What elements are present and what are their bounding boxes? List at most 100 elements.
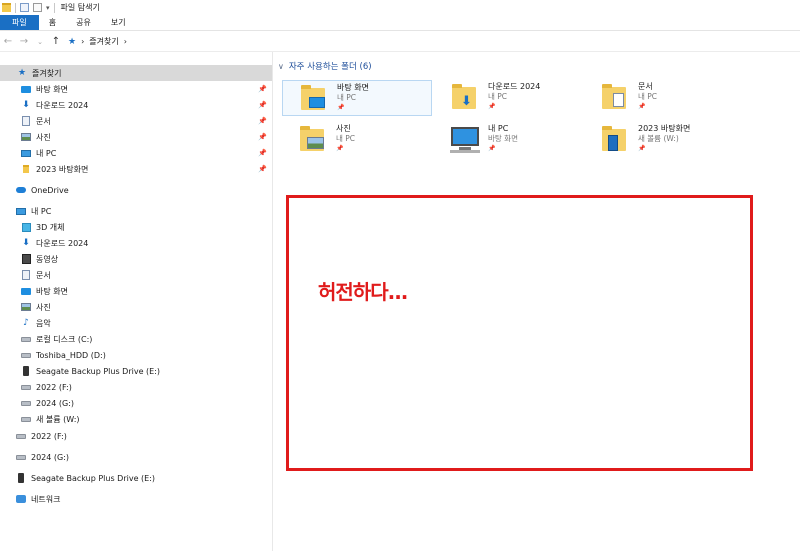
sidebar-item-drive-g[interactable]: 2024 (G:)	[0, 395, 272, 411]
folder-name: 문서	[638, 82, 653, 91]
tab-file[interactable]: 파일	[0, 15, 39, 30]
documents-folder-icon	[600, 82, 630, 112]
sidebar-item-videos[interactable]: 동영상	[0, 251, 272, 267]
folder-name: 2023 바탕화면	[638, 124, 691, 133]
sidebar-item-label: OneDrive	[31, 185, 69, 195]
pin-icon[interactable]: 📌	[258, 101, 267, 109]
sidebar-item-toshiba-d[interactable]: Toshiba_HDD (D:)	[0, 347, 272, 363]
folder-tile-2023-desktop[interactable]: 2023 바탕화면 새 볼륨 (W:) 📌	[584, 122, 734, 158]
sidebar-item-seagate-e[interactable]: Seagate Backup Plus Drive (E:)	[0, 363, 272, 379]
folder-location: 바탕 화면	[488, 134, 518, 143]
back-button[interactable]: ←	[0, 36, 16, 47]
sidebar-item-label: Seagate Backup Plus Drive (E:)	[36, 366, 161, 376]
quick-access-icon: ★	[17, 67, 27, 78]
drive-icon	[16, 431, 26, 441]
properties-icon[interactable]	[20, 3, 29, 12]
sidebar-item-2023-desktop[interactable]: 2023 바탕화면 📌	[0, 161, 272, 177]
documents-icon	[21, 116, 31, 126]
pc-icon	[21, 148, 31, 158]
folder-tile-this-pc[interactable]: 내 PC 바탕 화면 📌	[434, 122, 584, 158]
sidebar-item-downloads-pc[interactable]: ⬇ 다운로드 2024	[0, 235, 272, 251]
pin-icon[interactable]: 📌	[258, 117, 267, 125]
sidebar-item-label: 바탕 화면	[36, 84, 68, 94]
sidebar-item-label: 다운로드 2024	[36, 100, 89, 110]
3d-objects-icon	[21, 222, 31, 232]
desktop-icon	[21, 286, 31, 296]
sidebar-item-3d-objects[interactable]: 3D 개체	[0, 219, 272, 235]
sidebar-item-downloads[interactable]: ⬇ 다운로드 2024 📌	[0, 97, 272, 113]
sidebar-item-label: 문서	[36, 270, 51, 280]
folder-icon[interactable]	[2, 3, 11, 12]
sidebar-item-label: 사진	[36, 302, 51, 312]
pin-icon: 📌	[336, 145, 344, 152]
tab-home[interactable]: 홈	[39, 15, 66, 30]
breadcrumb-item[interactable]: 즐겨찾기	[89, 36, 118, 47]
pin-icon: 📌	[337, 104, 345, 111]
sidebar-item-this-pc[interactable]: 내 PC 📌	[0, 145, 272, 161]
external-drive-icon	[16, 473, 26, 483]
drive-icon	[21, 350, 31, 360]
breadcrumb-separator[interactable]: ›	[124, 37, 127, 46]
divider	[53, 2, 55, 13]
sidebar-item-new-volume-w[interactable]: 새 볼륨 (W:)	[0, 411, 272, 427]
tab-share[interactable]: 공유	[66, 15, 101, 30]
sidebar-item-network[interactable]: 네트워크	[0, 491, 272, 507]
pin-icon[interactable]: 📌	[258, 165, 267, 173]
address-bar: ← → ⌄ ↑ ★ › 즐겨찾기 ›	[0, 32, 800, 52]
sidebar-item-label: 2022 (F:)	[31, 431, 67, 441]
drive-icon	[21, 382, 31, 392]
download-icon: ⬇	[22, 237, 30, 248]
pane-divider[interactable]	[272, 52, 273, 551]
sidebar-item-seagate-e-root[interactable]: Seagate Backup Plus Drive (E:)	[0, 470, 272, 486]
sidebar-item-label: 새 볼륨 (W:)	[36, 414, 80, 424]
folder-tile-desktop[interactable]: 바탕 화면 내 PC 📌	[282, 80, 432, 116]
pin-icon[interactable]: 📌	[258, 149, 267, 157]
new-folder-icon[interactable]	[33, 3, 42, 12]
sidebar-item-label: 즐겨찾기	[32, 68, 62, 78]
sidebar-item-documents[interactable]: 문서 📌	[0, 113, 272, 129]
video-icon	[21, 254, 31, 264]
pin-icon[interactable]: 📌	[258, 133, 267, 141]
recent-locations-button[interactable]: ⌄	[32, 38, 48, 46]
sidebar-item-pictures[interactable]: 사진 📌	[0, 129, 272, 145]
sidebar-item-desktop[interactable]: 바탕 화면 📌	[0, 81, 272, 97]
sidebar-item-this-pc-root[interactable]: 내 PC	[0, 203, 272, 219]
forward-button[interactable]: →	[16, 36, 32, 47]
sidebar-item-pictures-pc[interactable]: 사진	[0, 299, 272, 315]
breadcrumb-separator[interactable]: ›	[81, 37, 84, 46]
sidebar-item-label: 음악	[36, 318, 51, 328]
network-icon	[16, 494, 26, 504]
desktop-icon	[21, 84, 31, 94]
customize-toolbar-icon[interactable]: ▾	[46, 4, 50, 12]
pictures-icon	[21, 302, 31, 312]
folder-tile-downloads[interactable]: ⬇ 다운로드 2024 내 PC 📌	[434, 80, 584, 116]
documents-icon	[21, 270, 31, 280]
sidebar-item-music[interactable]: ♪ 음악	[0, 315, 272, 331]
tab-view[interactable]: 보기	[101, 15, 136, 30]
folder-name: 내 PC	[488, 124, 509, 133]
sidebar-item-desktop-pc[interactable]: 바탕 화면	[0, 283, 272, 299]
sidebar-item-drive-f-root[interactable]: 2022 (F:)	[0, 428, 272, 444]
sidebar-item-label: 2022 (F:)	[36, 382, 72, 392]
annotation-box	[286, 195, 753, 471]
sidebar-item-label: 동영상	[36, 254, 59, 264]
up-button[interactable]: ↑	[48, 36, 64, 47]
sidebar-item-onedrive[interactable]: OneDrive	[0, 182, 272, 198]
frequent-folders-header[interactable]: ∨ 자주 사용하는 폴더 (6)	[278, 60, 372, 73]
folder-tile-pictures[interactable]: 사진 내 PC 📌	[282, 122, 432, 158]
folder-tile-documents[interactable]: 문서 내 PC 📌	[584, 80, 734, 116]
chevron-down-icon[interactable]: ∨	[278, 62, 284, 71]
folder-location: 내 PC	[638, 92, 658, 101]
sidebar-item-documents-pc[interactable]: 문서	[0, 267, 272, 283]
sidebar-item-quick-access[interactable]: ★ 즐겨찾기	[0, 65, 272, 81]
pin-icon[interactable]: 📌	[258, 85, 267, 93]
folder-location: 내 PC	[488, 92, 508, 101]
title-bar: ▾ 파일 탐색기	[0, 0, 800, 15]
folder-name: 사진	[336, 124, 351, 133]
sidebar-item-local-disk-c[interactable]: 로컬 디스크 (C:)	[0, 331, 272, 347]
sidebar-item-drive-f[interactable]: 2022 (F:)	[0, 379, 272, 395]
window-title: 파일 탐색기	[60, 3, 100, 12]
onedrive-cloud-icon	[16, 185, 26, 195]
breadcrumb[interactable]: ★ › 즐겨찾기 ›	[68, 36, 127, 47]
sidebar-item-drive-g-root[interactable]: 2024 (G:)	[0, 449, 272, 465]
